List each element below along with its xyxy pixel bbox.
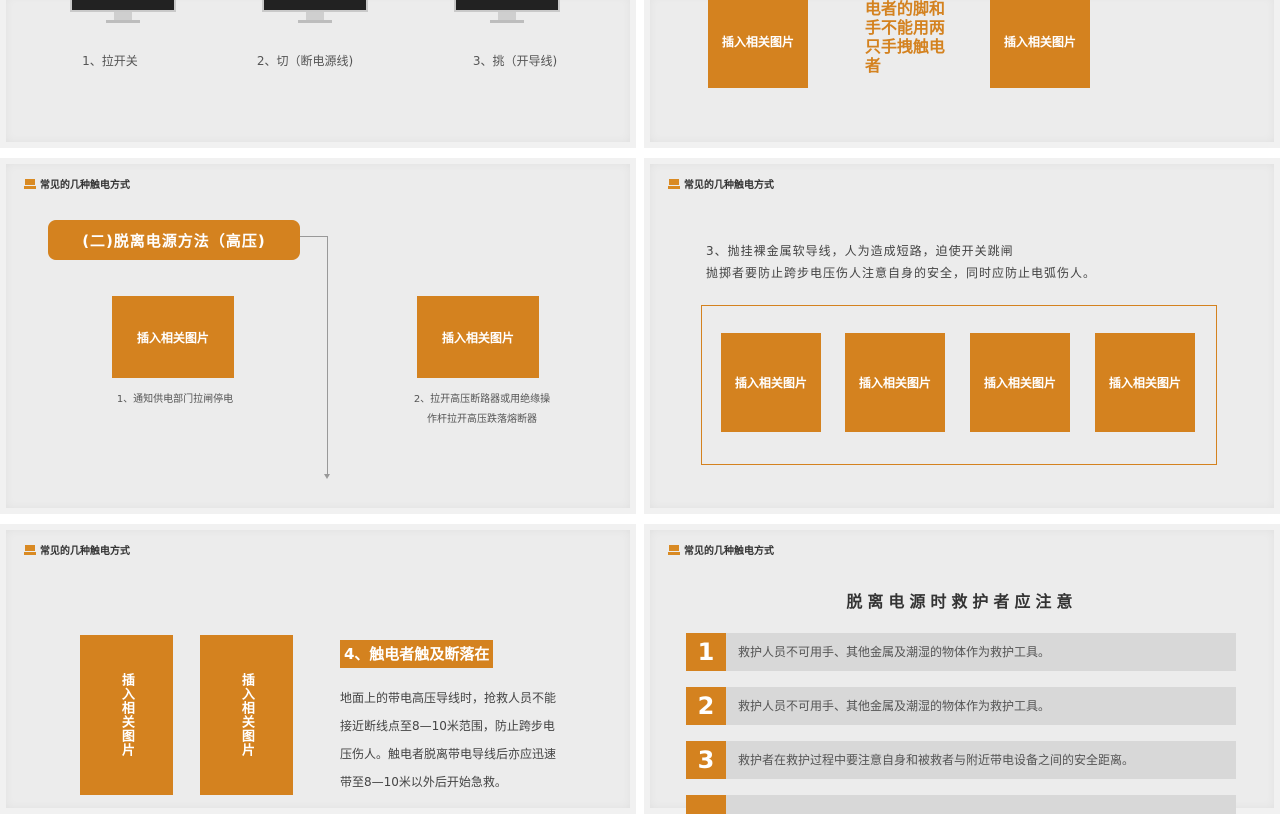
connector-arrow-icon [324, 474, 330, 479]
slide-3[interactable]: 常见的几种触电方式 (二)脱离电源方法（高压) 插入相关图片 1、通知供电部门拉… [0, 158, 636, 514]
monitor-image-2 [262, 0, 368, 26]
logo-icon [24, 178, 36, 189]
slide-header-title: 常见的几种触电方式 [684, 180, 774, 191]
warning-line-2: 手不能用两 [865, 18, 946, 37]
fallen-wire-line-3: 压伤人。触电者脱离带电导线后亦应迅速 [340, 747, 557, 761]
rescuer-notes-title: 脱离电源时救护者应注意 [846, 592, 1078, 611]
short-circuit-line-2: 抛掷者要防止跨步电压伤人注意自身的安全，同时应防止电弧伤人。 [706, 266, 1097, 280]
image-placeholder[interactable]: 插入相关图片 [112, 296, 234, 378]
slide-header-title: 常见的几种触电方式 [40, 180, 130, 191]
short-circuit-line-1: 3、抛挂裸金属软导线，人为造成短路，迫使开关跳闸 [706, 244, 1014, 258]
slide-1[interactable]: 1、拉开关 2、切（断电源线) 3、挑（开导线) [0, 0, 636, 148]
rescue-warning-text: 电者的脚和 手不能用两 只手拽触电 者 [865, 0, 945, 75]
fallen-wire-line-4: 带至8—10米以外后开始急救。 [340, 775, 507, 789]
slide-header-title: 常见的几种触电方式 [40, 546, 130, 557]
caption-open-breaker-line-2: 作杆拉开高压跌落熔断器 [427, 414, 537, 425]
caption-pull-switch: 1、拉开关 [82, 54, 138, 68]
slide-5[interactable]: 常见的几种触电方式 插入相关图片 插入相关图片 4、触电者触及断落在 地面上的带… [0, 524, 636, 814]
list-item-text: 救护者在救护过程中要注意自身和被救者与附近带电设备之间的安全距离。 [738, 753, 1135, 767]
image-placeholder[interactable]: 插入相关图片 [845, 333, 945, 432]
logo-icon [24, 544, 36, 555]
image-placeholder[interactable]: 插入相关图片 [417, 296, 539, 378]
list-item [686, 795, 1236, 814]
section-title-fallen-wire: 4、触电者触及断落在 [340, 640, 494, 668]
slide-header: 常见的几种触电方式 [668, 542, 774, 557]
image-placeholder[interactable]: 插入相关图片 [1095, 333, 1195, 432]
slide-header: 常见的几种触电方式 [24, 176, 130, 191]
slide-header: 常见的几种触电方式 [24, 542, 130, 557]
list-item-number: 1 [686, 633, 726, 671]
monitor-image-3 [454, 0, 560, 26]
section-title-high-voltage: (二)脱离电源方法（高压) [48, 220, 300, 260]
caption-open-breaker-line-1: 2、拉开高压断路器或用绝缘操 [413, 394, 551, 405]
logo-icon [668, 544, 680, 555]
slide-header: 常见的几种触电方式 [668, 176, 774, 191]
list-item-text: 救护人员不可用手、其他金属及潮湿的物体作为救护工具。 [738, 699, 1051, 713]
fallen-wire-line-2: 接近断线点至8—10米范围，防止跨步电 [340, 719, 555, 733]
fallen-wire-paragraph: 地面上的带电高压导线时，抢救人员不能 接近断线点至8—10米范围，防止跨步电 压… [340, 684, 556, 796]
slide-4[interactable]: 常见的几种触电方式 3、抛挂裸金属软导线，人为造成短路，迫使开关跳闸 抛掷者要防… [644, 158, 1280, 514]
list-item-text: 救护人员不可用手、其他金属及潮湿的物体作为救护工具。 [738, 645, 1051, 659]
image-placeholder[interactable]: 插入相关图片 [80, 635, 173, 795]
list-item-number: 3 [686, 741, 726, 779]
image-placeholder[interactable]: 插入相关图片 [970, 333, 1070, 432]
image-placeholder[interactable]: 插入相关图片 [708, 0, 808, 88]
monitor-image-1 [70, 0, 176, 26]
caption-cut-wire: 2、切（断电源线) [256, 54, 354, 68]
connector-line [327, 236, 328, 476]
caption-notify-power: 1、通知供电部门拉闸停电 [116, 394, 234, 405]
slide-2[interactable]: 插入相关图片 电者的脚和 手不能用两 只手拽触电 者 插入相关图片 [644, 0, 1280, 148]
warning-line-1: 电者的脚和 [865, 0, 946, 18]
list-item: 2 救护人员不可用手、其他金属及潮湿的物体作为救护工具。 [686, 687, 1236, 725]
list-item: 1 救护人员不可用手、其他金属及潮湿的物体作为救护工具。 [686, 633, 1236, 671]
warning-line-3: 只手拽触电 [865, 37, 946, 56]
list-item-number: 2 [686, 687, 726, 725]
slide-header-title: 常见的几种触电方式 [684, 546, 774, 557]
image-placeholder[interactable]: 插入相关图片 [200, 635, 293, 795]
image-placeholder[interactable]: 插入相关图片 [990, 0, 1090, 88]
list-item: 3 救护者在救护过程中要注意自身和被救者与附近带电设备之间的安全距离。 [686, 741, 1236, 779]
caption-lift-wire: 3、挑（开导线) [472, 54, 558, 68]
connector-line [300, 236, 328, 237]
slide-6[interactable]: 常见的几种触电方式 脱离电源时救护者应注意 1 救护人员不可用手、其他金属及潮湿… [644, 524, 1280, 814]
warning-line-4: 者 [865, 56, 882, 75]
caption-open-breaker: 2、拉开高压断路器或用绝缘操 作杆拉开高压跌落熔断器 [392, 390, 572, 430]
image-placeholder[interactable]: 插入相关图片 [721, 333, 821, 432]
list-item-number [686, 795, 726, 814]
fallen-wire-line-1: 地面上的带电高压导线时，抢救人员不能 [340, 691, 557, 705]
logo-icon [668, 178, 680, 189]
